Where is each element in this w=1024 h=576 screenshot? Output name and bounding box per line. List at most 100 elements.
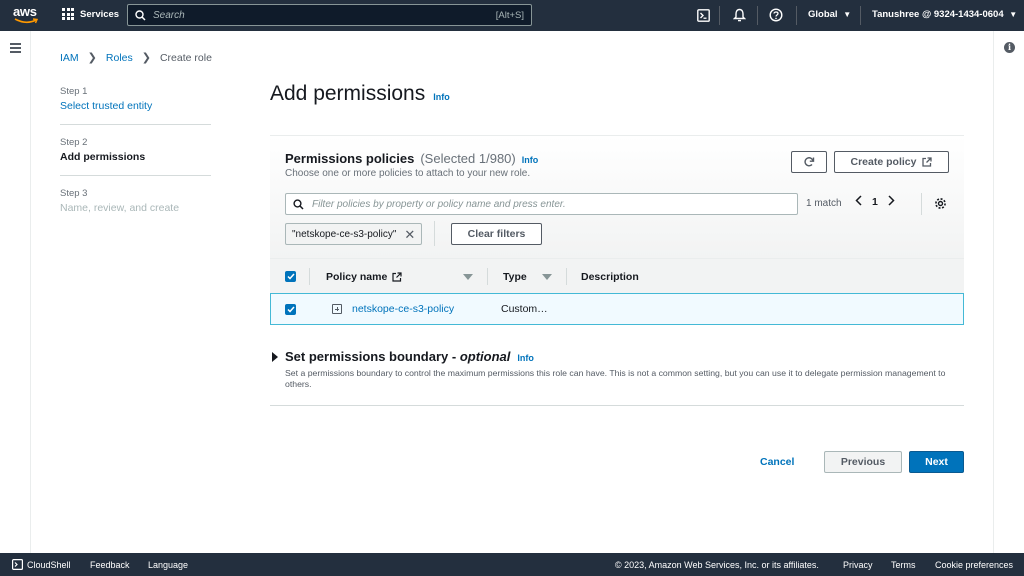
boundary-optional-text: optional: [459, 349, 511, 364]
footer-feedback-link[interactable]: Feedback: [90, 560, 130, 570]
table-row[interactable]: netskope-ce-s3-policy Custom…: [270, 293, 964, 325]
hamburger-menu-icon[interactable]: [10, 43, 21, 55]
region-label: Global: [808, 9, 838, 20]
nav-divider: [757, 6, 758, 25]
search-icon: [135, 9, 146, 21]
caret-down-icon: ▼: [1009, 10, 1018, 19]
step-number: Step 3: [60, 188, 88, 199]
column-divider: [309, 268, 310, 285]
bell-icon: [732, 8, 746, 22]
permissions-description: Choose one or more policies to attach to…: [285, 168, 531, 179]
account-menu[interactable]: Tanushree @ 9324-1434-0604 ▼: [872, 9, 1017, 20]
permissions-policies-container: Permissions policies (Selected 1/980) In…: [270, 135, 964, 325]
row-checkbox[interactable]: [285, 294, 296, 324]
info-panel-icon[interactable]: i: [1004, 42, 1015, 53]
chevron-right-icon: ❯: [87, 52, 97, 64]
services-grid-icon: [62, 8, 74, 20]
left-navigation-rail: [0, 31, 31, 553]
previous-page-icon[interactable]: [855, 195, 862, 209]
footer-terms-link[interactable]: Terms: [891, 560, 916, 570]
notifications-button[interactable]: [731, 7, 747, 23]
boundary-title-text: Set permissions boundary -: [285, 349, 460, 364]
page-info-link[interactable]: Info: [433, 92, 450, 102]
chevron-right-icon: ❯: [141, 52, 151, 64]
cancel-button[interactable]: Cancel: [760, 451, 794, 473]
match-count: 1 match: [806, 198, 842, 209]
sort-type-icon[interactable]: [542, 259, 552, 294]
footer-cloudshell-button[interactable]: CloudShell: [12, 559, 71, 570]
remove-token-close-icon[interactable]: ✕: [404, 228, 415, 241]
help-button[interactable]: [768, 7, 784, 23]
column-header-type[interactable]: Type: [503, 259, 527, 294]
footer-language-link[interactable]: Language: [148, 560, 188, 570]
permissions-boundary-section: Set permissions boundary - optional Info…: [270, 349, 964, 406]
create-policy-label: Create policy: [850, 156, 917, 168]
plus-square-icon: [332, 304, 342, 314]
aws-logo-text: aws: [13, 4, 37, 19]
permissions-info-link[interactable]: Info: [522, 155, 539, 165]
expand-caret-right-icon[interactable]: [272, 352, 278, 362]
top-navigation-bar: aws Services Search [Alt+S] Global ▼ Tan…: [0, 0, 1024, 31]
column-label-policy-name: Policy name: [326, 270, 388, 283]
help-icon: [769, 8, 783, 22]
external-link-icon: [392, 271, 402, 282]
expand-row-button[interactable]: [332, 294, 342, 324]
policy-type-text: Custom…: [501, 303, 548, 315]
refresh-button[interactable]: [791, 151, 827, 173]
breadcrumb: IAM ❯ Roles ❯ Create role: [60, 51, 212, 65]
footer-privacy-link[interactable]: Privacy: [843, 560, 873, 570]
caret-down-icon: ▼: [843, 10, 852, 19]
policy-filter-input[interactable]: Filter policies by property or policy na…: [285, 193, 798, 215]
boundary-info-link[interactable]: Info: [517, 353, 534, 363]
cloudshell-button[interactable]: [695, 7, 711, 23]
selected-count: (Selected 1/980): [420, 151, 516, 166]
breadcrumb-iam[interactable]: IAM: [60, 52, 79, 64]
checkbox-checked-icon: [285, 271, 296, 282]
search-icon: [293, 198, 304, 210]
select-all-checkbox[interactable]: [285, 259, 296, 294]
footer-copyright: © 2023, Amazon Web Services, Inc. or its…: [615, 560, 819, 570]
policies-table-header: Policy name Type Description: [270, 258, 964, 293]
clear-filters-button[interactable]: Clear filters: [451, 223, 542, 245]
sort-policy-name-icon[interactable]: [463, 259, 473, 294]
next-button[interactable]: Next: [909, 451, 964, 473]
footer-cookie-preferences-link[interactable]: Cookie preferences: [935, 560, 1013, 570]
permissions-title: Permissions policies (Selected 1/980) In…: [285, 151, 538, 166]
policy-name-text: netskope-ce-s3-policy: [352, 303, 455, 315]
step-disabled-name-review-create: Name, review, and create: [60, 202, 180, 214]
current-page-number[interactable]: 1: [872, 196, 878, 208]
create-policy-button[interactable]: Create policy: [834, 151, 949, 173]
step-link-select-trusted-entity[interactable]: Select trusted entity: [60, 100, 211, 112]
filter-token-label: "netskope-ce-s3-policy": [292, 228, 397, 240]
global-search-input[interactable]: Search [Alt+S]: [127, 4, 532, 26]
permissions-boundary-toggle[interactable]: Set permissions boundary - optional Info: [285, 349, 534, 364]
next-page-icon[interactable]: [888, 195, 895, 209]
breadcrumb-current: Create role: [159, 51, 212, 64]
region-selector[interactable]: Global ▼: [808, 9, 851, 20]
column-header-policy-name[interactable]: Policy name: [326, 259, 402, 294]
column-divider: [487, 268, 488, 285]
policy-name-link[interactable]: netskope-ce-s3-policy: [352, 294, 454, 324]
breadcrumb-roles[interactable]: Roles: [106, 52, 133, 64]
search-shortcut: [Alt+S]: [495, 9, 524, 21]
column-divider: [566, 268, 567, 285]
wizard-steps: Step 1 Select trusted entity Step 2 Add …: [60, 86, 211, 238]
nav-divider: [796, 6, 797, 25]
aws-logo[interactable]: aws: [13, 5, 43, 27]
pager-divider: [921, 193, 922, 215]
previous-button[interactable]: Previous: [824, 451, 902, 473]
services-menu-button[interactable]: Services: [62, 8, 119, 20]
token-divider: [434, 221, 435, 246]
table-preferences-button[interactable]: [934, 197, 947, 213]
pagination: 1: [855, 195, 895, 209]
permissions-title-text: Permissions policies: [285, 151, 415, 166]
page-title-text: Add permissions: [270, 82, 426, 105]
cloudshell-icon: [696, 8, 710, 22]
column-header-description[interactable]: Description: [581, 259, 639, 294]
policy-type-cell: Custom…: [501, 294, 548, 324]
column-label-type: Type: [503, 270, 527, 283]
right-help-rail: i: [993, 31, 1024, 553]
external-link-icon: [922, 157, 933, 167]
filter-placeholder: Filter policies by property or policy na…: [312, 198, 566, 210]
wizard-step-2: Step 2 Add permissions: [60, 137, 211, 176]
